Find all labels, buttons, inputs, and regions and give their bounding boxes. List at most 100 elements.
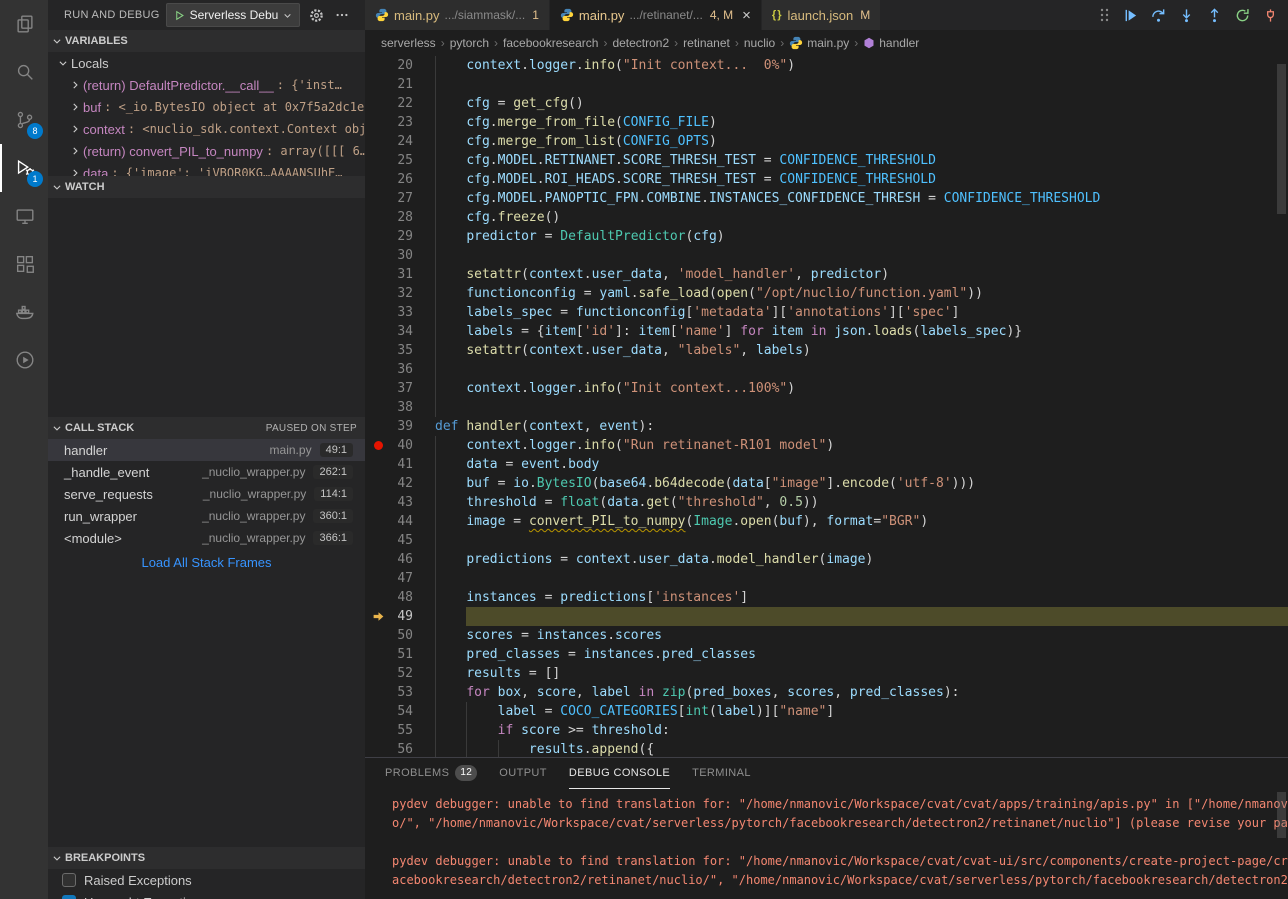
code-line-39[interactable]: 39def handler(context, event): <box>365 417 1288 436</box>
variable-row[interactable]: context: <nuclio_sdk.context.Context obj… <box>48 118 365 140</box>
stack-frame-module[interactable]: <module>_nuclio_wrapper.py366:1 <box>48 527 365 549</box>
code-line-50[interactable]: 50 scores = instances.scores <box>365 626 1288 645</box>
code-line-35[interactable]: 35 setattr(context.user_data, "labels", … <box>365 341 1288 360</box>
line-number[interactable]: 44 <box>383 512 413 531</box>
code-line-36[interactable]: 36 <box>365 360 1288 379</box>
code-editor[interactable]: 20 context.logger.info("Init context... … <box>365 56 1288 757</box>
disconnect-icon[interactable] <box>1263 8 1278 23</box>
line-number[interactable]: 22 <box>383 94 413 113</box>
line-number[interactable]: 31 <box>383 265 413 284</box>
variable-row[interactable]: (return) convert_PIL_to_numpy: array([[[… <box>48 140 365 162</box>
code-line-33[interactable]: 33 labels_spec = functionconfig['metadat… <box>365 303 1288 322</box>
step-into-icon[interactable] <box>1179 8 1194 23</box>
line-number[interactable]: 27 <box>383 189 413 208</box>
breakpoint-row[interactable]: Raised Exceptions <box>48 869 365 891</box>
editor-tab-main.py[interactable]: main.py.../retinanet/...4, M× <box>550 0 762 30</box>
panel-tab-debug-console[interactable]: DEBUG CONSOLE <box>569 758 670 789</box>
breakpoint-checkbox[interactable] <box>62 895 76 899</box>
line-number[interactable]: 26 <box>383 170 413 189</box>
code-line-48[interactable]: 48 instances = predictions['instances'] <box>365 588 1288 607</box>
code-area[interactable]: 20 context.logger.info("Init context... … <box>365 56 1288 757</box>
breakpoint-checkbox[interactable] <box>62 873 76 887</box>
code-line-32[interactable]: 32 functionconfig = yaml.safe_load(open(… <box>365 284 1288 303</box>
restart-icon[interactable] <box>1235 8 1250 23</box>
line-number[interactable]: 45 <box>383 531 413 550</box>
stack-frame-_handle_event[interactable]: _handle_event_nuclio_wrapper.py262:1 <box>48 461 365 483</box>
disconnect-button[interactable] <box>1263 8 1278 23</box>
call-stack-section-header[interactable]: CALL STACK PAUSED ON STEP <box>48 417 365 439</box>
variables-scope-locals[interactable]: Locals <box>48 52 365 74</box>
code-line-26[interactable]: 26 cfg.MODEL.ROI_HEADS.SCORE_THRESH_TEST… <box>365 170 1288 189</box>
code-line-53[interactable]: 53 for box, score, label in zip(pred_box… <box>365 683 1288 702</box>
code-line-42[interactable]: 42 buf = io.BytesIO(base64.b64decode(dat… <box>365 474 1288 493</box>
code-line-55[interactable]: 55 if score >= threshold: <box>365 721 1288 740</box>
editor-scrollbar[interactable] <box>1277 64 1286 214</box>
breadcrumb-item-retinanet[interactable]: retinanet <box>683 36 730 50</box>
debug-console-output[interactable]: pydev debugger: unable to find translati… <box>365 789 1288 899</box>
variable-row[interactable]: (return) DefaultPredictor.__call__: {'in… <box>48 74 365 96</box>
breadcrumb-item-handler[interactable]: handler <box>863 36 919 50</box>
watch-section-header[interactable]: WATCH <box>48 176 365 198</box>
line-number[interactable]: 54 <box>383 702 413 721</box>
code-line-45[interactable]: 45 <box>365 531 1288 550</box>
line-number[interactable]: 29 <box>383 227 413 246</box>
code-line-49[interactable]: 49 pred_boxes = instances.pred_boxesYou,… <box>365 607 1288 626</box>
line-number[interactable]: 42 <box>383 474 413 493</box>
variables-section-header[interactable]: VARIABLES <box>48 30 365 52</box>
step-over-icon[interactable] <box>1151 8 1166 23</box>
line-number[interactable]: 50 <box>383 626 413 645</box>
stack-frame-run_wrapper[interactable]: run_wrapper_nuclio_wrapper.py360:1 <box>48 505 365 527</box>
code-line-31[interactable]: 31 setattr(context.user_data, 'model_han… <box>365 265 1288 284</box>
debug-start-icon[interactable] <box>174 10 185 21</box>
editor-tab-main.py[interactable]: main.py.../siammask/...1 <box>365 0 550 30</box>
line-number[interactable]: 51 <box>383 645 413 664</box>
activity-item-remote-explorer[interactable] <box>0 192 48 240</box>
code-line-40[interactable]: 40 context.logger.info("Run retinanet-R1… <box>365 436 1288 455</box>
line-number[interactable]: 35 <box>383 341 413 360</box>
line-number[interactable]: 38 <box>383 398 413 417</box>
code-line-30[interactable]: 30 <box>365 246 1288 265</box>
step-into-button[interactable] <box>1179 8 1194 23</box>
activity-item-docker[interactable] <box>0 288 48 336</box>
breadcrumb-item-detectron2[interactable]: detectron2 <box>612 36 669 50</box>
line-number[interactable]: 48 <box>383 588 413 607</box>
code-line-54[interactable]: 54 label = COCO_CATEGORIES[int(label)]["… <box>365 702 1288 721</box>
line-number[interactable]: 49 <box>383 607 413 626</box>
code-line-46[interactable]: 46 predictions = context.user_data.model… <box>365 550 1288 569</box>
panel-tab-output[interactable]: OUTPUT <box>499 758 547 789</box>
breakpoint-row[interactable]: Uncaught Exceptions <box>48 891 365 899</box>
line-number[interactable]: 28 <box>383 208 413 227</box>
panel-tab-problems[interactable]: PROBLEMS12 <box>385 758 477 789</box>
continue-icon[interactable] <box>1123 8 1138 23</box>
code-line-43[interactable]: 43 threshold = float(data.get("threshold… <box>365 493 1288 512</box>
variable-row[interactable]: buf: <_io.BytesIO object at 0x7f5a2dc1ec… <box>48 96 365 118</box>
variable-row[interactable]: data: {'image': 'iVBOR0KG…AAAANSUhE… <box>48 162 365 176</box>
line-number[interactable]: 25 <box>383 151 413 170</box>
restart-button[interactable] <box>1235 8 1250 23</box>
activity-item-test-explorer[interactable] <box>0 336 48 384</box>
breadcrumb-item-nuclio[interactable]: nuclio <box>744 36 775 50</box>
breadcrumb-item-pytorch[interactable]: pytorch <box>450 36 489 50</box>
line-number[interactable]: 24 <box>383 132 413 151</box>
line-number[interactable]: 39 <box>383 417 413 436</box>
editor-tab-launch.json[interactable]: {}launch.jsonM <box>762 0 881 30</box>
code-line-24[interactable]: 24 cfg.merge_from_list(CONFIG_OPTS) <box>365 132 1288 151</box>
line-number[interactable]: 36 <box>383 360 413 379</box>
step-over-button[interactable] <box>1151 8 1166 23</box>
line-number[interactable]: 34 <box>383 322 413 341</box>
line-number[interactable]: 40 <box>383 436 413 455</box>
line-number[interactable]: 52 <box>383 664 413 683</box>
step-out-button[interactable] <box>1207 8 1222 23</box>
code-line-28[interactable]: 28 cfg.freeze() <box>365 208 1288 227</box>
code-line-38[interactable]: 38 <box>365 398 1288 417</box>
code-line-22[interactable]: 22 cfg = get_cfg() <box>365 94 1288 113</box>
code-line-23[interactable]: 23 cfg.merge_from_file(CONFIG_FILE) <box>365 113 1288 132</box>
panel-tab-terminal[interactable]: TERMINAL <box>692 758 751 789</box>
breadcrumb-item-serverless[interactable]: serverless <box>381 36 436 50</box>
line-number[interactable]: 47 <box>383 569 413 588</box>
panel-scrollbar[interactable] <box>1277 792 1286 838</box>
line-number[interactable]: 43 <box>383 493 413 512</box>
code-line-44[interactable]: 44 image = convert_PIL_to_numpy(Image.op… <box>365 512 1288 531</box>
grip-icon[interactable] <box>1098 7 1110 23</box>
line-number[interactable]: 30 <box>383 246 413 265</box>
